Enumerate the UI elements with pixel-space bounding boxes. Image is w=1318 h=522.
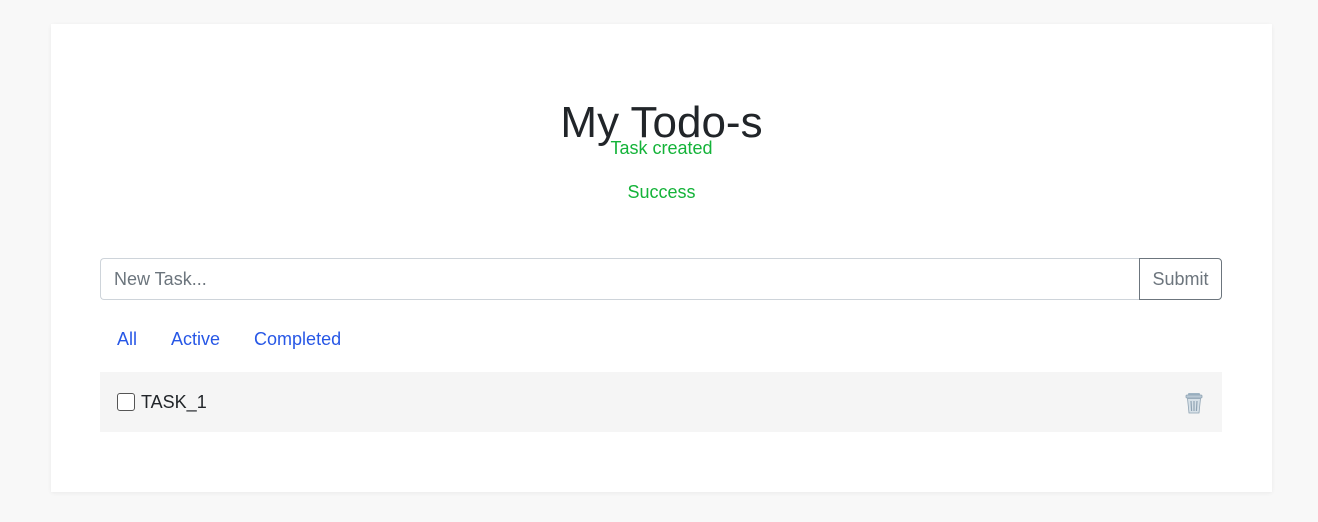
task-created-message: Task created	[610, 138, 713, 158]
success-message: Success	[627, 182, 696, 202]
filter-tabs: All Active Completed	[100, 326, 358, 352]
filter-active[interactable]: Active	[154, 326, 237, 352]
filter-completed[interactable]: Completed	[237, 326, 358, 352]
trash-icon[interactable]	[1183, 391, 1205, 415]
new-task-form: Submit	[100, 258, 1222, 300]
filter-all[interactable]: All	[100, 326, 154, 352]
task-label: TASK_1	[141, 391, 207, 412]
new-task-input[interactable]	[100, 258, 1139, 300]
task-row: TASK_1	[100, 372, 1222, 432]
task-checkbox[interactable]	[117, 393, 135, 411]
todo-card: My Todo-s Task created Success Submit Al…	[51, 24, 1272, 492]
submit-button[interactable]: Submit	[1139, 258, 1222, 300]
